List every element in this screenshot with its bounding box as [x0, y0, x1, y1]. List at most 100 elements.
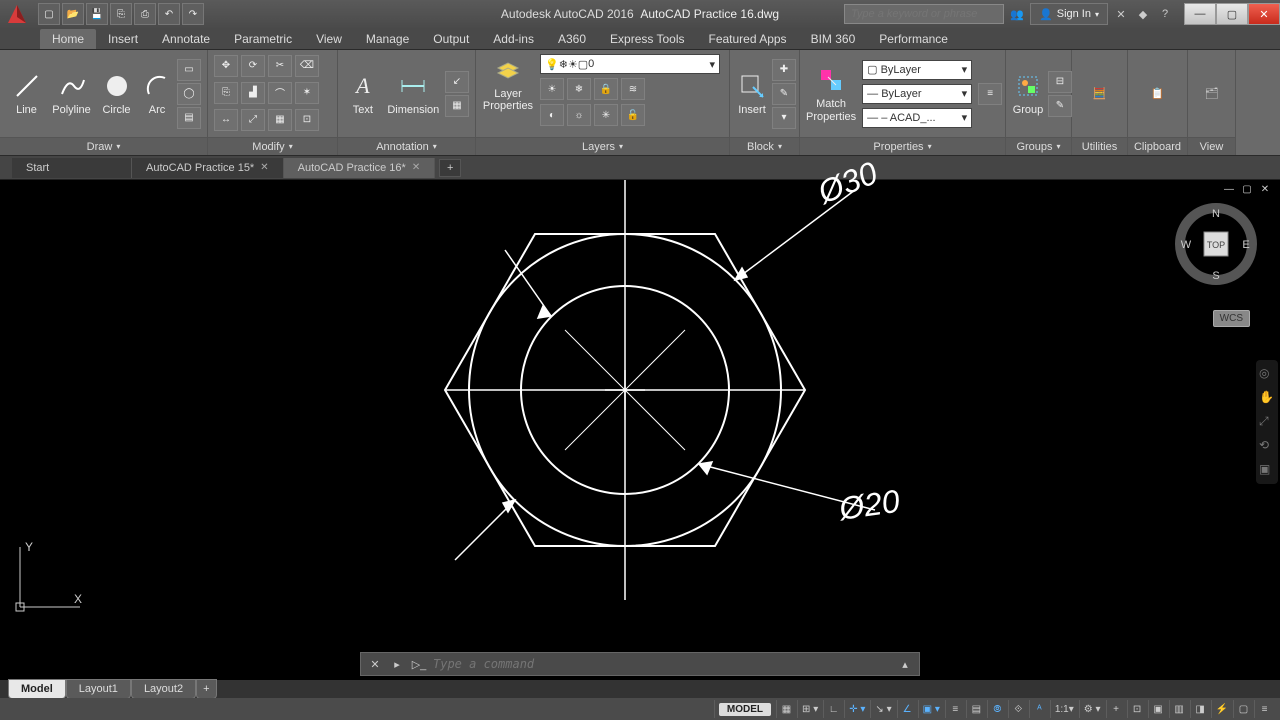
rotate-icon[interactable]: ⟳: [241, 55, 265, 77]
stretch-icon[interactable]: ↔: [214, 109, 238, 131]
maximize-button[interactable]: ▢: [1216, 3, 1248, 25]
snapmode-icon[interactable]: ⊞ ▾: [797, 700, 822, 718]
tab-a360[interactable]: A360: [546, 29, 598, 49]
explode-icon[interactable]: ✶: [295, 82, 319, 104]
annotation-scale[interactable]: 1:1 ▾: [1050, 700, 1078, 718]
insert-block-button[interactable]: Insert: [736, 70, 768, 116]
layout-tab-1[interactable]: Layout1: [66, 679, 131, 699]
close-icon[interactable]: ✕: [412, 162, 420, 173]
layer-iso-icon[interactable]: ◐: [540, 104, 564, 126]
infocenter-icon[interactable]: 👥: [1008, 5, 1026, 23]
list-icon[interactable]: ≡: [978, 83, 1002, 105]
layer-selector[interactable]: 💡❄☀▢ 0▾: [540, 54, 720, 74]
fillet-icon[interactable]: ⌒: [268, 82, 292, 104]
edit-block-icon[interactable]: ✎: [772, 83, 796, 105]
layer-lock-icon[interactable]: 🔒: [594, 78, 618, 100]
panel-title-modify[interactable]: Modify▾: [208, 137, 337, 155]
tab-featured[interactable]: Featured Apps: [697, 29, 799, 49]
status-model[interactable]: MODEL: [714, 700, 775, 718]
app-logo-icon[interactable]: [0, 0, 34, 28]
edit-attr-icon[interactable]: ▾: [772, 107, 796, 129]
exchange-icon[interactable]: ✕: [1112, 5, 1130, 23]
isodraft-icon[interactable]: ↘ ▾: [870, 700, 895, 718]
group-button[interactable]: Group: [1012, 70, 1044, 116]
panel-title-layers[interactable]: Layers▾: [476, 137, 729, 155]
annotation-monitor-icon[interactable]: +: [1106, 700, 1126, 718]
circle-button[interactable]: Circle: [96, 70, 137, 116]
hatch-icon[interactable]: ▤: [177, 107, 201, 129]
pan-icon[interactable]: ✋: [1259, 390, 1275, 406]
transparency-icon[interactable]: ▤: [966, 700, 986, 718]
ungroup-icon[interactable]: ⊟: [1048, 71, 1072, 93]
a360-icon[interactable]: ◆: [1134, 5, 1152, 23]
add-layout-button[interactable]: +: [196, 679, 216, 699]
tab-insert[interactable]: Insert: [96, 29, 150, 49]
expand-icon[interactable]: ▴: [897, 656, 913, 672]
table-icon[interactable]: ▦: [445, 95, 469, 117]
panel-utilities[interactable]: 🧮 Utilities: [1072, 50, 1128, 155]
wcs-badge[interactable]: WCS: [1213, 310, 1250, 327]
text-button[interactable]: AText: [344, 70, 382, 116]
panel-view[interactable]: 🗂 View: [1188, 50, 1236, 155]
command-input[interactable]: [433, 657, 891, 671]
polar-icon[interactable]: ✛ ▾: [844, 700, 869, 718]
save-icon[interactable]: 💾: [86, 3, 108, 25]
leader-icon[interactable]: ↙: [445, 71, 469, 93]
scale-icon[interactable]: ⤢: [241, 109, 265, 131]
help-search-input[interactable]: [844, 4, 1004, 24]
layer-freeze-icon[interactable]: ❄: [567, 78, 591, 100]
doc-tab-start[interactable]: Start: [12, 158, 132, 178]
dimension-button[interactable]: Dimension: [386, 70, 441, 116]
panel-title-properties[interactable]: Properties▾: [800, 137, 1005, 155]
command-line[interactable]: ✕ ▸ ▷_ ▴: [360, 652, 920, 676]
close-button[interactable]: ✕: [1248, 3, 1280, 25]
ellipse-icon[interactable]: ◯: [177, 83, 201, 105]
recent-icon[interactable]: ▸: [389, 656, 405, 672]
quick-properties-icon[interactable]: ▣: [1148, 700, 1168, 718]
drawing-canvas[interactable]: — ▢ ✕ Ø30: [0, 180, 1280, 680]
plot-icon[interactable]: ⎙: [134, 3, 156, 25]
lock-ui-icon[interactable]: ▥: [1169, 700, 1189, 718]
tab-addins[interactable]: Add-ins: [481, 29, 546, 49]
layout-tab-model[interactable]: Model: [8, 679, 66, 699]
panel-title-annotation[interactable]: Annotation▾: [338, 137, 475, 155]
layer-unlock-icon[interactable]: 🔓: [621, 104, 645, 126]
panel-title-block[interactable]: Block▾: [730, 137, 799, 155]
grid-icon[interactable]: ▦: [776, 700, 796, 718]
create-block-icon[interactable]: ✚: [772, 59, 796, 81]
rectangle-icon[interactable]: ▭: [177, 59, 201, 81]
ortho-icon[interactable]: ∟: [823, 700, 843, 718]
showmotion-icon[interactable]: ▣: [1259, 462, 1275, 478]
help-icon[interactable]: ?: [1156, 5, 1174, 23]
tab-manage[interactable]: Manage: [354, 29, 421, 49]
new-icon[interactable]: ▢: [38, 3, 60, 25]
mirror-icon[interactable]: ▟: [241, 82, 265, 104]
layer-thaw-icon[interactable]: ✳: [594, 104, 618, 126]
new-tab-button[interactable]: +: [439, 159, 461, 177]
otrack-icon[interactable]: ∠: [897, 700, 917, 718]
layout-tab-2[interactable]: Layout2: [131, 679, 196, 699]
panel-title-draw[interactable]: Draw▾: [0, 137, 207, 155]
layer-on-icon[interactable]: ☼: [567, 104, 591, 126]
doc-tab-2[interactable]: AutoCAD Practice 16*✕: [284, 158, 436, 178]
color-selector[interactable]: ▢ ByLayer▾: [862, 60, 972, 80]
saveas-icon[interactable]: ⎘: [110, 3, 132, 25]
tab-output[interactable]: Output: [421, 29, 481, 49]
tab-bim360[interactable]: BIM 360: [799, 29, 868, 49]
doc-tab-1[interactable]: AutoCAD Practice 15*✕: [132, 158, 284, 178]
tab-performance[interactable]: Performance: [867, 29, 960, 49]
osnap-icon[interactable]: ▣ ▾: [918, 700, 944, 718]
dynamic-ucs-icon[interactable]: ᴬ: [1029, 700, 1049, 718]
units-icon[interactable]: ⊡: [1127, 700, 1147, 718]
linetype-selector[interactable]: — ByLayer▾: [862, 84, 972, 104]
redo-icon[interactable]: ↷: [182, 3, 204, 25]
undo-icon[interactable]: ↶: [158, 3, 180, 25]
vp-close-icon[interactable]: ✕: [1258, 184, 1272, 198]
tab-view[interactable]: View: [304, 29, 354, 49]
trim-icon[interactable]: ✂: [268, 55, 292, 77]
workspace-icon[interactable]: ⚙ ▾: [1079, 700, 1105, 718]
tab-express[interactable]: Express Tools: [598, 29, 696, 49]
layer-properties-button[interactable]: Layer Properties: [482, 54, 534, 112]
isolate-icon[interactable]: ◨: [1190, 700, 1210, 718]
tab-home[interactable]: Home: [40, 29, 96, 49]
